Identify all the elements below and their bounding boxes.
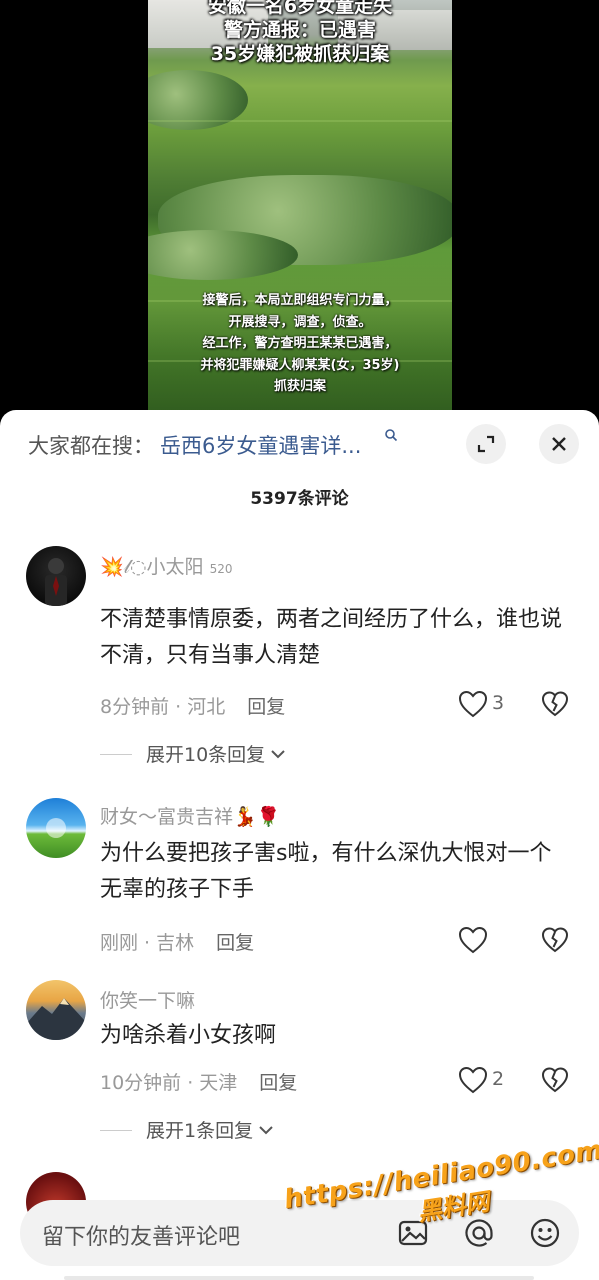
close-button[interactable] bbox=[539, 424, 579, 464]
comment-time-location: 8分钟前 · 河北 bbox=[100, 696, 226, 718]
expand-divider bbox=[100, 754, 132, 755]
avatar-person-icon bbox=[45, 558, 67, 606]
expand-icon bbox=[477, 435, 495, 453]
comment-meta: 10分钟前 · 天津 回复 bbox=[100, 1068, 297, 1095]
video-caption-line: 经工作，警方查明王某某已遇害， bbox=[202, 336, 398, 351]
home-indicator bbox=[64, 1276, 534, 1280]
comment-time-location: 刚刚 · 吉林 bbox=[100, 932, 195, 954]
avatar-mountain-icon bbox=[26, 998, 86, 1040]
broken-heart-icon[interactable] bbox=[541, 926, 569, 954]
trending-search[interactable]: 大家都在搜： 岳西6岁女童遇害详... bbox=[28, 430, 361, 460]
at-icon[interactable] bbox=[462, 1216, 496, 1250]
expand-replies-label: 展开1条回复 bbox=[146, 1120, 254, 1142]
grass-stripe bbox=[148, 120, 452, 122]
heart-outline-icon[interactable] bbox=[458, 690, 488, 718]
comment-username-suffix: 520 bbox=[209, 562, 233, 576]
video-title-line: 安徽一名6岁女童走失 bbox=[207, 0, 393, 17]
avatar[interactable] bbox=[26, 546, 86, 606]
trending-search-prefix: 大家都在搜： bbox=[28, 434, 154, 458]
reply-button[interactable]: 回复 bbox=[259, 1072, 297, 1094]
comment-count: 5397条评论 bbox=[250, 489, 349, 509]
video-caption-line: 抓获归案 bbox=[273, 379, 326, 394]
comment-username[interactable]: 💥𝓁◌小太阳 520 bbox=[100, 552, 233, 579]
reply-button[interactable]: 回复 bbox=[247, 696, 285, 718]
chevron-down-icon bbox=[271, 749, 285, 758]
expand-replies-button[interactable]: 展开1条回复 bbox=[146, 1116, 275, 1143]
trending-search-query[interactable]: 岳西6岁女童遇害详... bbox=[160, 430, 361, 460]
field-bush bbox=[148, 230, 298, 280]
video-caption-line: 接警后，本局立即组织专门力量， bbox=[202, 293, 398, 308]
avatar-landscape-icon bbox=[46, 818, 66, 838]
expand-replies-label: 展开10条回复 bbox=[146, 744, 266, 766]
expand-replies-button[interactable]: 展开10条回复 bbox=[146, 740, 287, 767]
chevron-down-icon bbox=[259, 1125, 273, 1134]
expand-button[interactable] bbox=[466, 424, 506, 464]
broken-heart-icon[interactable] bbox=[541, 690, 569, 718]
video-title-line: 35岁嫌犯被抓获归案 bbox=[210, 43, 390, 65]
like-count: 2 bbox=[492, 1068, 505, 1090]
broken-heart-icon[interactable] bbox=[541, 1066, 569, 1094]
comment-input-placeholder[interactable]: 留下你的友善评论吧 bbox=[42, 1219, 240, 1251]
reply-button[interactable]: 回复 bbox=[216, 932, 254, 954]
heart-outline-icon[interactable] bbox=[458, 926, 488, 954]
close-icon bbox=[552, 437, 566, 451]
comment-username-text: 💥𝓁◌小太阳 bbox=[100, 556, 204, 578]
comment-meta: 8分钟前 · 河北 回复 bbox=[100, 692, 285, 719]
comment-time-location: 10分钟前 · 天津 bbox=[100, 1072, 238, 1094]
video-title-line: 警方通报：已遇害 bbox=[223, 19, 376, 41]
expand-divider bbox=[100, 1130, 132, 1131]
video-title: 安徽一名6岁女童走失 警方通报：已遇害 35岁嫌犯被抓获归案 bbox=[148, 0, 452, 66]
comment-meta: 刚刚 · 吉林 回复 bbox=[100, 928, 254, 955]
comment-username[interactable]: 财女～富贵吉祥💃🌹 bbox=[100, 802, 280, 829]
heart-outline-icon[interactable] bbox=[458, 1066, 488, 1094]
comment-username[interactable]: 你笑一下嘛 bbox=[100, 986, 195, 1013]
like-count: 3 bbox=[492, 692, 505, 714]
video-caption-line: 并将犯罪嫌疑人柳某某(女，35岁) bbox=[200, 357, 400, 373]
video-player[interactable]: 安徽一名6岁女童走失 警方通报：已遇害 35岁嫌犯被抓获归案 接警后，本局立即组… bbox=[0, 0, 599, 430]
comment-text: 为啥杀着小女孩啊 bbox=[100, 1023, 277, 1048]
comment-text: 为什么要把孩子害s啦，有什么深仇大恨对一个无辜的孩子下手 bbox=[100, 841, 552, 902]
video-caption-line: 开展搜寻，调查，侦查。 bbox=[228, 314, 372, 330]
search-icon[interactable] bbox=[384, 428, 398, 442]
emoji-icon[interactable] bbox=[528, 1216, 562, 1250]
avatar[interactable] bbox=[26, 980, 86, 1040]
avatar[interactable] bbox=[26, 798, 86, 858]
video-caption: 接警后，本局立即组织专门力量， 开展搜寻，调查，侦查。 经工作，警方查明王某某已… bbox=[148, 290, 452, 398]
comment-text: 不清楚事情原委，两者之间经历了什么，谁也说不清，只有当事人清楚 bbox=[100, 607, 563, 668]
